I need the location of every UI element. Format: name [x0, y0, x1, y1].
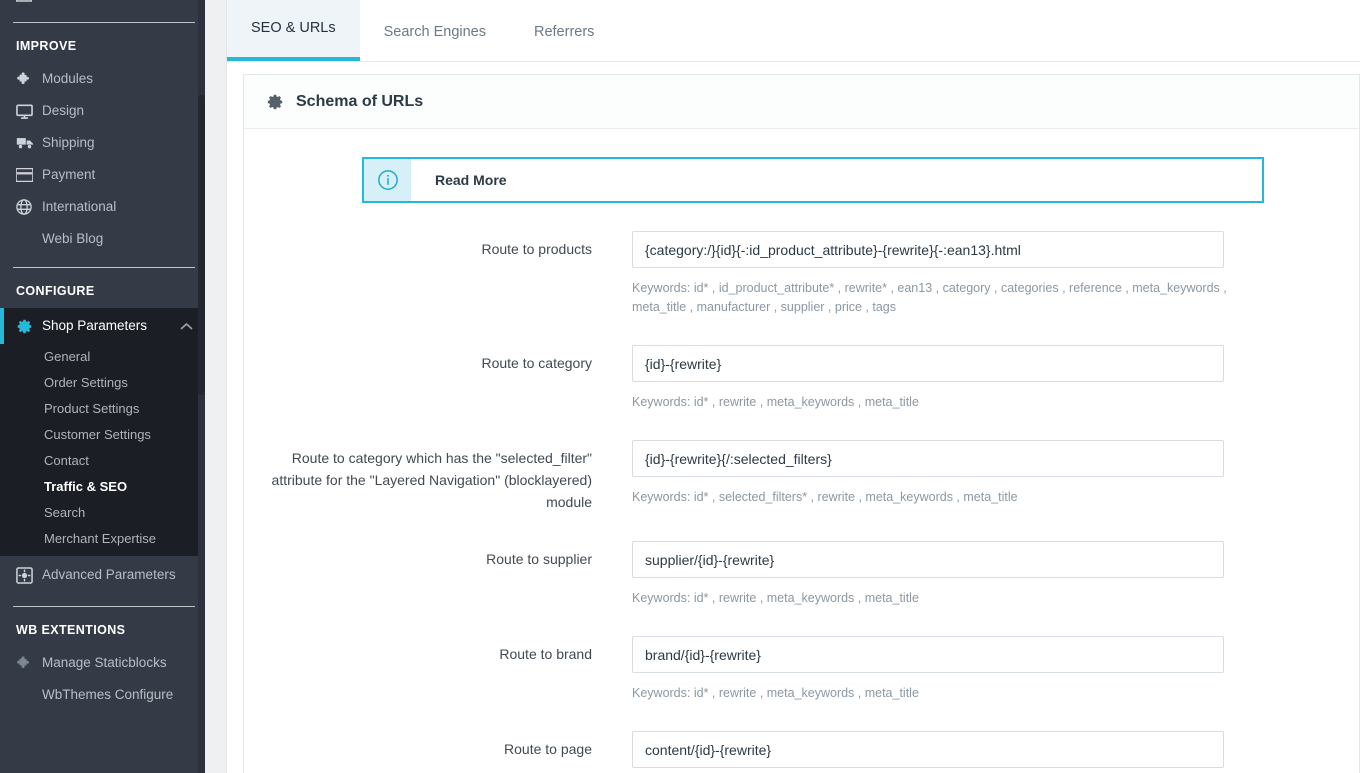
tab-label: SEO & URLs	[251, 20, 336, 36]
sidebar-item-label: Modules	[42, 71, 94, 87]
truck-icon	[16, 135, 42, 151]
tab-search-engines[interactable]: Search Engines	[360, 3, 510, 61]
form-row-route-to-category: Route to category Keywords: id* , rewrit…	[244, 317, 1359, 412]
tab-label: Referrers	[533, 24, 595, 40]
form-row-route-to-page: Route to page Keywords: id* , rewrite , …	[244, 703, 1359, 773]
sidebar-divider-3	[13, 606, 195, 607]
chevron-up-icon	[180, 322, 193, 331]
gear-icon	[16, 318, 42, 335]
sidebar-item-label: Manage Staticblocks	[42, 655, 167, 671]
field-help: Keywords: id* , id_product_attribute* , …	[632, 281, 1227, 314]
route-to-page-input[interactable]	[632, 731, 1224, 768]
tab-referrers[interactable]: Referrers	[510, 3, 618, 61]
sidebar-group-shop-parameters: Shop Parameters General Order Settings P…	[0, 308, 205, 556]
globe-icon	[16, 199, 42, 215]
field-label: Route to brand	[499, 646, 592, 662]
route-to-supplier-input[interactable]	[632, 541, 1224, 578]
puzzle-icon	[16, 655, 42, 672]
field-control: Keywords: id* , rewrite , meta_keywords …	[632, 636, 1359, 703]
panel-body: Read More Route to products Keywords: id…	[244, 129, 1359, 773]
field-help: Keywords: id* , rewrite , meta_keywords …	[632, 686, 919, 700]
field-control: Keywords: id* , selected_filters* , rewr…	[632, 440, 1359, 513]
field-label: Route to supplier	[486, 551, 592, 567]
sidebar-scrollbar-thumb[interactable]	[198, 95, 205, 395]
form-row-route-to-brand: Route to brand Keywords: id* , rewrite ,…	[244, 608, 1359, 703]
sidebar-section-wb-extentions: WB EXTENTIONS	[16, 623, 126, 637]
sidebar-item-manage-staticblocks[interactable]: Manage Staticblocks	[0, 647, 205, 679]
tab-seo-and-urls[interactable]: SEO & URLs	[227, 0, 360, 61]
sidebar-section-configure: CONFIGURE	[16, 284, 95, 298]
field-label: Route to category	[481, 355, 592, 371]
tab-bar: SEO & URLs Search Engines Referrers	[227, 0, 1360, 62]
admin-page: Stats IMPROVE Modules Desi	[0, 0, 1360, 773]
sidebar-subitem-product-settings[interactable]: Product Settings	[0, 396, 205, 422]
sidebar-item-label: Advanced Parameters	[42, 567, 176, 583]
sidebar-item-label: Stats	[42, 0, 73, 1]
info-circle-icon	[364, 159, 411, 201]
cog-square-icon	[16, 566, 42, 584]
sidebar-item-payment[interactable]: Payment	[0, 159, 205, 191]
sidebar-item-modules[interactable]: Modules	[0, 63, 205, 95]
sidebar-item-label: WbThemes Configure	[42, 687, 174, 703]
panel-header: Schema of URLs	[244, 75, 1359, 129]
credit-card-icon	[16, 168, 42, 182]
sidebar-subitem-customer-settings[interactable]: Customer Settings	[0, 422, 205, 448]
main-content: SEO & URLs Search Engines Referrers Sche…	[227, 0, 1360, 773]
field-label: Route to category which has the "selecte…	[271, 450, 592, 510]
route-to-category-input[interactable]	[632, 345, 1224, 382]
sidebar-scrollbar-track[interactable]	[198, 0, 205, 773]
sidebar-item-webi-blog[interactable]: Webi Blog	[0, 223, 205, 255]
sidebar-item-label: Webi Blog	[42, 231, 104, 247]
sidebar-item-label: Payment	[42, 167, 96, 183]
field-control: Keywords: id* , rewrite , meta_keywords …	[632, 541, 1359, 608]
read-more-notice[interactable]: Read More	[362, 157, 1264, 203]
sidebar-subitem-traffic-and-seo[interactable]: Traffic & SEO	[0, 474, 205, 500]
route-to-brand-input[interactable]	[632, 636, 1224, 673]
sidebar-item-label: Design	[42, 103, 85, 119]
sidebar-subitem-merchant-expertise[interactable]: Merchant Expertise	[0, 526, 205, 552]
sidebar-item-shipping[interactable]: Shipping	[0, 127, 205, 159]
form-row-route-to-supplier: Route to supplier Keywords: id* , rewrit…	[244, 513, 1359, 608]
route-to-products-input[interactable]	[632, 231, 1224, 268]
content-gutter	[205, 0, 227, 773]
field-control: Keywords: id* , rewrite , meta_keywords …	[632, 345, 1359, 412]
sidebar-subitem-general[interactable]: General	[0, 344, 205, 370]
sidebar-item-label: Shipping	[42, 135, 95, 151]
field-label: Route to page	[504, 741, 592, 757]
sidebar-subitem-search[interactable]: Search	[0, 500, 205, 526]
sidebar-section-improve: IMPROVE	[16, 39, 77, 53]
sidebar-subitem-contact[interactable]: Contact	[0, 448, 205, 474]
field-control: Keywords: id* , id_product_attribute* , …	[632, 231, 1359, 317]
sidebar-item-advanced-parameters[interactable]: Advanced Parameters	[0, 556, 205, 594]
form-row-route-to-category-selected-filter: Route to category which has the "selecte…	[244, 412, 1359, 513]
schema-of-urls-panel: Schema of URLs Read More Route to produc…	[243, 74, 1360, 773]
form-row-route-to-products: Route to products Keywords: id* , id_pro…	[244, 203, 1359, 317]
main-sidebar: Stats IMPROVE Modules Desi	[0, 0, 205, 773]
sidebar-divider-1	[13, 22, 195, 23]
sidebar-item-wbthemes-configure[interactable]: WbThemes Configure	[0, 679, 205, 711]
sidebar-item-stats[interactable]: Stats	[0, 0, 205, 10]
sidebar-divider-2	[13, 267, 195, 268]
route-to-category-selected-filter-input[interactable]	[632, 440, 1224, 477]
sidebar-item-label: International	[42, 199, 117, 215]
field-control: Keywords: id* , rewrite , meta_keywords …	[632, 731, 1359, 773]
field-label: Route to products	[481, 241, 592, 257]
sidebar-scroll-content: Stats IMPROVE Modules Desi	[0, 0, 205, 711]
tab-label: Search Engines	[383, 24, 486, 40]
page-title: Schema of URLs	[296, 92, 424, 110]
gear-icon	[266, 93, 284, 111]
field-help: Keywords: id* , selected_filters* , rewr…	[632, 490, 1018, 504]
sidebar-subitem-order-settings[interactable]: Order Settings	[0, 370, 205, 396]
stats-icon	[16, 0, 42, 2]
monitor-icon	[16, 103, 42, 120]
field-help: Keywords: id* , rewrite , meta_keywords …	[632, 395, 919, 409]
sidebar-item-label: Shop Parameters	[42, 318, 148, 334]
sidebar-item-international[interactable]: International	[0, 191, 205, 223]
puzzle-icon	[16, 71, 42, 88]
read-more-label: Read More	[435, 172, 507, 188]
sidebar-item-shop-parameters[interactable]: Shop Parameters	[0, 308, 205, 344]
sidebar-item-design[interactable]: Design	[0, 95, 205, 127]
field-help: Keywords: id* , rewrite , meta_keywords …	[632, 591, 919, 605]
